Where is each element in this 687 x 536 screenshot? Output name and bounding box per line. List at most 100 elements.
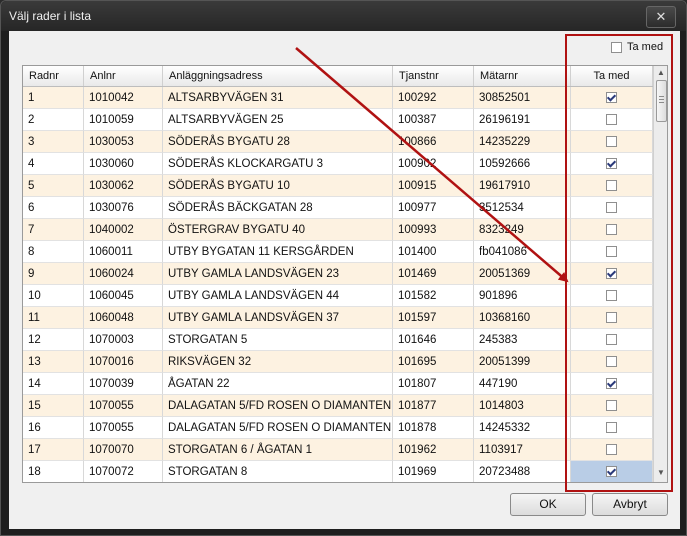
- table-row[interactable]: 10 1060045 UTBY GAMLA LANDSVÄGEN 44 101582 9…: [23, 285, 653, 307]
- row-checkbox[interactable]: [606, 224, 617, 235]
- row-checkbox[interactable]: [606, 378, 617, 389]
- table-row[interactable]: 3 1030053 SÖDERÅS BYGATU 28 100866 14235229: [23, 131, 653, 153]
- select-all-checkbox-group[interactable]: Ta med: [611, 39, 663, 55]
- cell-matarnr: 10368160: [474, 307, 571, 329]
- cell-tjanstnr: 101400: [393, 241, 474, 263]
- header-col-matarnr[interactable]: Mätarnr: [474, 66, 571, 86]
- table-row[interactable]: 12 1070003 STORGATAN 5 101646 245383: [23, 329, 653, 351]
- cell-matarnr: 30852501: [474, 87, 571, 109]
- table-row[interactable]: 5 1030062 SÖDERÅS BYGATU 10 100915 19617910: [23, 175, 653, 197]
- scroll-thumb[interactable]: [656, 80, 667, 122]
- cell-tjanstnr: 101469: [393, 263, 474, 285]
- header-col-anlnr[interactable]: Anlnr: [84, 66, 163, 86]
- cell-tamed: [571, 395, 653, 417]
- scroll-up-arrow-icon[interactable]: ▲: [654, 66, 667, 80]
- cell-radnr: 12: [23, 329, 84, 351]
- row-checkbox[interactable]: [606, 290, 617, 301]
- cell-tjanstnr: 100387: [393, 109, 474, 131]
- cell-matarnr: 14245332: [474, 417, 571, 439]
- table-row[interactable]: 8 1060011 UTBY BYGATAN 11 KERSGÅRDEN 101400…: [23, 241, 653, 263]
- row-checkbox[interactable]: [606, 356, 617, 367]
- header-col-tamed[interactable]: Ta med: [571, 66, 653, 86]
- cell-radnr: 9: [23, 263, 84, 285]
- close-button[interactable]: ✕: [646, 6, 676, 28]
- cell-adress: STORGATAN 6 / ÅGATAN 1: [163, 439, 393, 461]
- row-checkbox[interactable]: [606, 444, 617, 455]
- cell-matarnr: 447190: [474, 373, 571, 395]
- cell-tamed: [571, 307, 653, 329]
- table-row[interactable]: 2 1010059 ALTSARBYVÄGEN 25 100387 26196191: [23, 109, 653, 131]
- scroll-down-arrow-icon[interactable]: ▼: [654, 466, 667, 480]
- header-col-radnr[interactable]: Radnr: [23, 66, 84, 86]
- row-checkbox[interactable]: [606, 268, 617, 279]
- cell-adress: STORGATAN 8: [163, 461, 393, 482]
- cell-matarnr: 26196191: [474, 109, 571, 131]
- title-bar[interactable]: Välj rader i lista ✕: [1, 1, 686, 31]
- row-checkbox[interactable]: [606, 246, 617, 257]
- row-checkbox[interactable]: [606, 92, 617, 103]
- table-row[interactable]: 11 1060048 UTBY GAMLA LANDSVÄGEN 37 101597 1…: [23, 307, 653, 329]
- cell-tamed: [571, 439, 653, 461]
- table-row[interactable]: 17 1070070 STORGATAN 6 / ÅGATAN 1 101962 110…: [23, 439, 653, 461]
- cell-adress: SÖDERÅS BÄCKGATAN 28: [163, 197, 393, 219]
- cell-tjanstnr: 100902: [393, 153, 474, 175]
- cell-anlnr: 1070055: [84, 417, 163, 439]
- cell-adress: DALAGATAN 5/FD ROSEN O DIAMANTEN: [163, 395, 393, 417]
- cell-anlnr: 1030060: [84, 153, 163, 175]
- table-row[interactable]: 7 1040002 ÖSTERGRAV BYGATU 40 100993 8323249: [23, 219, 653, 241]
- select-all-checkbox[interactable]: [611, 41, 622, 53]
- ok-button[interactable]: OK: [510, 493, 586, 516]
- cell-tamed: [571, 285, 653, 307]
- cell-radnr: 13: [23, 351, 84, 373]
- header-col-tjanstnr[interactable]: Tjanstnr: [393, 66, 474, 86]
- row-checkbox[interactable]: [606, 334, 617, 345]
- cell-anlnr: 1070055: [84, 395, 163, 417]
- cell-radnr: 8: [23, 241, 84, 263]
- cell-tjanstnr: 101962: [393, 439, 474, 461]
- cell-tjanstnr: 101878: [393, 417, 474, 439]
- row-checkbox[interactable]: [606, 158, 617, 169]
- window-title: Välj rader i lista: [9, 9, 92, 23]
- cell-tjanstnr: 100977: [393, 197, 474, 219]
- row-checkbox[interactable]: [606, 466, 617, 477]
- header-col-adress[interactable]: Anläggningsadress: [163, 66, 393, 86]
- cell-tamed: [571, 351, 653, 373]
- grip-line: [659, 99, 664, 100]
- cell-matarnr: 1103917: [474, 439, 571, 461]
- row-checkbox[interactable]: [606, 136, 617, 147]
- table-row[interactable]: 1 1010042 ALTSARBYVÄGEN 31 100292 30852501: [23, 87, 653, 109]
- cell-adress: ALTSARBYVÄGEN 31: [163, 87, 393, 109]
- cell-matarnr: fb041086: [474, 241, 571, 263]
- row-checkbox[interactable]: [606, 400, 617, 411]
- cell-tamed: [571, 241, 653, 263]
- table-row[interactable]: 16 1070055 DALAGATAN 5/FD ROSEN O DIAMANTE…: [23, 417, 653, 439]
- cell-anlnr: 1060045: [84, 285, 163, 307]
- cell-adress: ALTSARBYVÄGEN 25: [163, 109, 393, 131]
- vertical-scrollbar[interactable]: ▲ ▼: [653, 66, 667, 482]
- table-row[interactable]: 4 1030060 SÖDERÅS KLOCKARGATU 3 100902 10592…: [23, 153, 653, 175]
- row-checkbox[interactable]: [606, 180, 617, 191]
- table-row[interactable]: 6 1030076 SÖDERÅS BÄCKGATAN 28 100977 351253…: [23, 197, 653, 219]
- row-checkbox[interactable]: [606, 114, 617, 125]
- cell-anlnr: 1070016: [84, 351, 163, 373]
- cell-tjanstnr: 100866: [393, 131, 474, 153]
- cell-tamed: [571, 109, 653, 131]
- cell-radnr: 2: [23, 109, 84, 131]
- cell-radnr: 5: [23, 175, 84, 197]
- cell-matarnr: 3512534: [474, 197, 571, 219]
- table-row[interactable]: 9 1060024 UTBY GAMLA LANDSVÄGEN 23 101469 20…: [23, 263, 653, 285]
- row-checkbox[interactable]: [606, 422, 617, 433]
- row-checkbox[interactable]: [606, 202, 617, 213]
- cancel-button[interactable]: Avbryt: [592, 493, 668, 516]
- cell-radnr: 16: [23, 417, 84, 439]
- cell-matarnr: 901896: [474, 285, 571, 307]
- cell-adress: ÅGATAN 22: [163, 373, 393, 395]
- table-row[interactable]: 18 1070072 STORGATAN 8 101969 20723488: [23, 461, 653, 482]
- select-all-label: Ta med: [627, 41, 664, 53]
- table-row[interactable]: 14 1070039 ÅGATAN 22 101807 447190: [23, 373, 653, 395]
- table-row[interactable]: 15 1070055 DALAGATAN 5/FD ROSEN O DIAMANTE…: [23, 395, 653, 417]
- row-checkbox[interactable]: [606, 312, 617, 323]
- table-row[interactable]: 13 1070016 RIKSVÄGEN 32 101695 20051399: [23, 351, 653, 373]
- cell-adress: UTBY BYGATAN 11 KERSGÅRDEN: [163, 241, 393, 263]
- cell-matarnr: 20051399: [474, 351, 571, 373]
